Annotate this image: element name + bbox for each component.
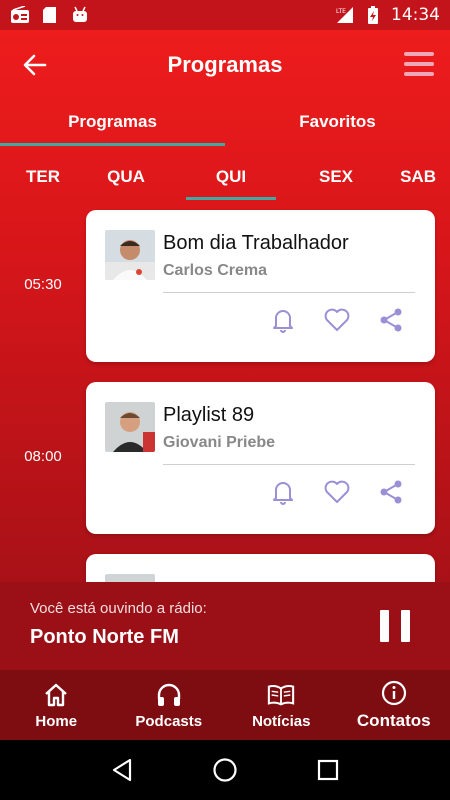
android-icon: [73, 6, 87, 22]
favorite-button[interactable]: [323, 478, 351, 506]
pause-button[interactable]: [380, 610, 410, 642]
status-bar: LTE 14:34: [0, 0, 450, 30]
back-triangle-icon: [112, 758, 131, 782]
heart-icon: [324, 308, 350, 331]
menu-icon: [404, 62, 434, 66]
arrow-left-icon: [23, 54, 47, 76]
heart-icon: [324, 480, 350, 503]
system-recents-button[interactable]: [313, 755, 343, 785]
nav-noticias[interactable]: Notícias: [225, 670, 338, 740]
day-tab-qui[interactable]: QUI: [186, 154, 276, 200]
host-avatar: [105, 402, 155, 452]
home-circle-icon: [213, 758, 237, 782]
info-icon: [380, 679, 408, 707]
day-tab-ter[interactable]: TER: [26, 154, 66, 200]
host-avatar: [105, 230, 155, 280]
status-time: 14:34: [391, 5, 440, 25]
program-list[interactable]: 05:30 Bom dia Trabalhador Carlos Crema 0…: [0, 210, 450, 706]
back-button[interactable]: [18, 50, 52, 80]
tab-favoritos[interactable]: Favoritos: [225, 100, 450, 144]
home-icon: [42, 681, 70, 709]
recents-square-icon: [318, 759, 339, 781]
program-time: 08:00: [24, 448, 62, 465]
headphones-icon: [155, 681, 183, 709]
svg-text:LTE: LTE: [336, 8, 346, 15]
program-host: Giovani Priebe: [163, 434, 276, 451]
day-tab-qua[interactable]: QUA: [81, 154, 171, 200]
share-icon: [380, 308, 402, 332]
program-title: Bom dia Trabalhador: [163, 232, 349, 254]
divider: [163, 292, 415, 293]
sd-card-icon: [43, 7, 56, 23]
system-navigation-bar: [0, 740, 450, 800]
pause-icon: [401, 610, 410, 642]
now-playing-label: Você está ouvindo a rádio:: [30, 600, 207, 617]
program-card[interactable]: Bom dia Trabalhador Carlos Crema: [86, 210, 435, 362]
program-actions: [269, 478, 405, 506]
favorite-button[interactable]: [323, 306, 351, 334]
program-time: 05:30: [24, 276, 62, 293]
notify-button[interactable]: [269, 478, 297, 506]
program-actions: [269, 306, 405, 334]
nav-podcasts[interactable]: Podcasts: [113, 670, 226, 740]
nav-contatos-label: Contatos: [356, 711, 431, 730]
notify-button[interactable]: [269, 306, 297, 334]
station-name: Ponto Norte FM: [30, 626, 179, 648]
nav-noticias-label: Notícias: [252, 712, 311, 730]
page-title: Programas: [167, 52, 283, 77]
share-button[interactable]: [377, 478, 405, 506]
nav-contatos[interactable]: Contatos: [338, 670, 450, 740]
system-home-button[interactable]: [210, 755, 240, 785]
share-icon: [380, 480, 402, 504]
signal-icon: LTE: [336, 7, 353, 23]
top-app-bar: Programas: [0, 30, 450, 100]
app-screen: Programas Programas Favoritos TER QUA QU…: [0, 30, 450, 740]
tab-programas[interactable]: Programas: [0, 100, 225, 146]
battery-icon: [368, 6, 378, 24]
day-tab-sab[interactable]: SAB: [396, 154, 436, 200]
nav-podcasts-label: Podcasts: [135, 712, 203, 730]
program-title: Playlist 89: [163, 404, 255, 426]
bell-icon: [273, 310, 293, 333]
program-host: Carlos Crema: [163, 262, 268, 279]
now-playing-bar: Você está ouvindo a rádio: Ponto Norte F…: [0, 582, 450, 670]
radio-icon: [11, 6, 29, 23]
bell-icon: [273, 482, 293, 505]
menu-button[interactable]: [404, 52, 434, 76]
system-back-button[interactable]: [107, 755, 137, 785]
day-selector: TER QUA QUI SEX SAB: [0, 154, 450, 200]
tab-bar: Programas Favoritos: [0, 100, 450, 146]
bottom-navigation: Home Podcasts Notícias Contatos: [0, 670, 450, 740]
program-card[interactable]: Playlist 89 Giovani Priebe: [86, 382, 435, 534]
day-tab-sex[interactable]: SEX: [291, 154, 381, 200]
menu-icon: [404, 52, 434, 56]
nav-home[interactable]: Home: [0, 670, 113, 740]
share-button[interactable]: [377, 306, 405, 334]
nav-home-label: Home: [35, 712, 78, 730]
book-icon: [267, 681, 295, 709]
divider: [163, 464, 415, 465]
menu-icon: [404, 72, 434, 76]
pause-icon: [380, 610, 389, 642]
